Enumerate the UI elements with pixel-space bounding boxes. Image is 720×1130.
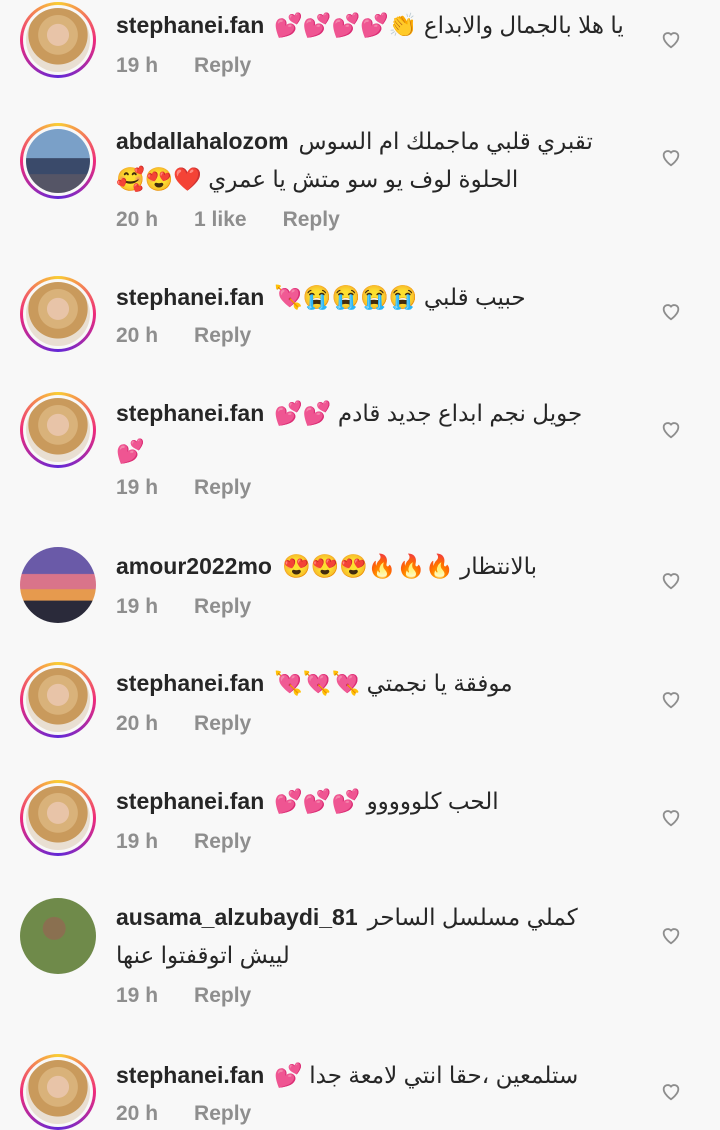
- avatar[interactable]: [20, 547, 96, 623]
- comment-text-line2: 💕: [116, 438, 145, 464]
- comment-username[interactable]: stephanei.fan: [116, 12, 264, 38]
- comment-time: 20 h: [116, 712, 159, 735]
- reply-button[interactable]: Reply: [194, 712, 251, 736]
- comment-time: 19 h: [116, 595, 159, 618]
- comment-text: بالانتظار 🔥🔥🔥😍😍😍: [281, 553, 538, 579]
- like-heart-icon[interactable]: [660, 418, 682, 440]
- comment-text: كملي مسلسل الساحر: [367, 904, 578, 930]
- like-heart-icon[interactable]: [660, 300, 682, 322]
- comment-time: 19 h: [116, 54, 159, 77]
- avatar[interactable]: [20, 898, 96, 974]
- comment-username[interactable]: amour2022mo: [116, 553, 272, 579]
- reply-button[interactable]: Reply: [194, 476, 251, 500]
- avatar[interactable]: [20, 392, 96, 468]
- reply-button[interactable]: Reply: [194, 324, 251, 348]
- comment-username[interactable]: stephanei.fan: [116, 670, 264, 696]
- comment-text: يا هلا بالجمال والابداع 👏💕💕💕💕: [274, 12, 624, 38]
- reply-button[interactable]: Reply: [194, 830, 251, 854]
- avatar[interactable]: [20, 276, 96, 352]
- comment-text: الحب كلووووو 💕💕💕: [274, 788, 499, 814]
- comment-time: 20 h: [116, 208, 159, 231]
- comment-username[interactable]: stephanei.fan: [116, 1062, 264, 1088]
- reply-button[interactable]: Reply: [283, 208, 340, 232]
- reply-button[interactable]: Reply: [194, 1102, 251, 1126]
- like-heart-icon[interactable]: [660, 146, 682, 168]
- avatar[interactable]: [20, 662, 96, 738]
- comment-time: 19 h: [116, 476, 159, 499]
- like-heart-icon[interactable]: [660, 924, 682, 946]
- avatar[interactable]: [20, 780, 96, 856]
- comment-time: 20 h: [116, 1102, 159, 1125]
- reply-button[interactable]: Reply: [194, 984, 251, 1008]
- reply-button[interactable]: Reply: [194, 595, 251, 619]
- like-heart-icon[interactable]: [660, 688, 682, 710]
- comment-text: ستلمعين ،حقا انتي لامعة جدا 💕: [274, 1062, 579, 1088]
- avatar[interactable]: [20, 123, 96, 199]
- comment-text: حبيب قلبي 😭😭😭😭💘: [274, 284, 526, 310]
- comment-text: جويل نجم ابداع جديد قادم 💕💕: [274, 400, 583, 426]
- like-count[interactable]: 1 like: [194, 208, 247, 232]
- comment-time: 19 h: [116, 984, 159, 1007]
- comment-time: 20 h: [116, 324, 159, 347]
- comment-time: 19 h: [116, 830, 159, 853]
- comment-username[interactable]: stephanei.fan: [116, 788, 264, 814]
- comment-text: تقبري قلبي ماجملك ام السوس: [298, 128, 593, 154]
- comment-text-line2: الحلوة لوف يو سو متش يا عمري ❤️😍🥰: [116, 166, 519, 192]
- like-heart-icon[interactable]: [660, 28, 682, 50]
- like-heart-icon[interactable]: [660, 1080, 682, 1102]
- comment-text-line2: لييش اتوقفتوا عنها: [116, 942, 290, 968]
- comment-username[interactable]: stephanei.fan: [116, 284, 264, 310]
- comment-username[interactable]: abdallahalozom: [116, 128, 289, 154]
- comment-username[interactable]: ausama_alzubaydi_81: [116, 904, 358, 930]
- reply-button[interactable]: Reply: [194, 54, 251, 78]
- like-heart-icon[interactable]: [660, 806, 682, 828]
- avatar[interactable]: [20, 2, 96, 78]
- comment-username[interactable]: stephanei.fan: [116, 400, 264, 426]
- comment-text: موفقة يا نجمتي 💘💘💘: [274, 670, 513, 696]
- like-heart-icon[interactable]: [660, 569, 682, 591]
- avatar[interactable]: [20, 1054, 96, 1130]
